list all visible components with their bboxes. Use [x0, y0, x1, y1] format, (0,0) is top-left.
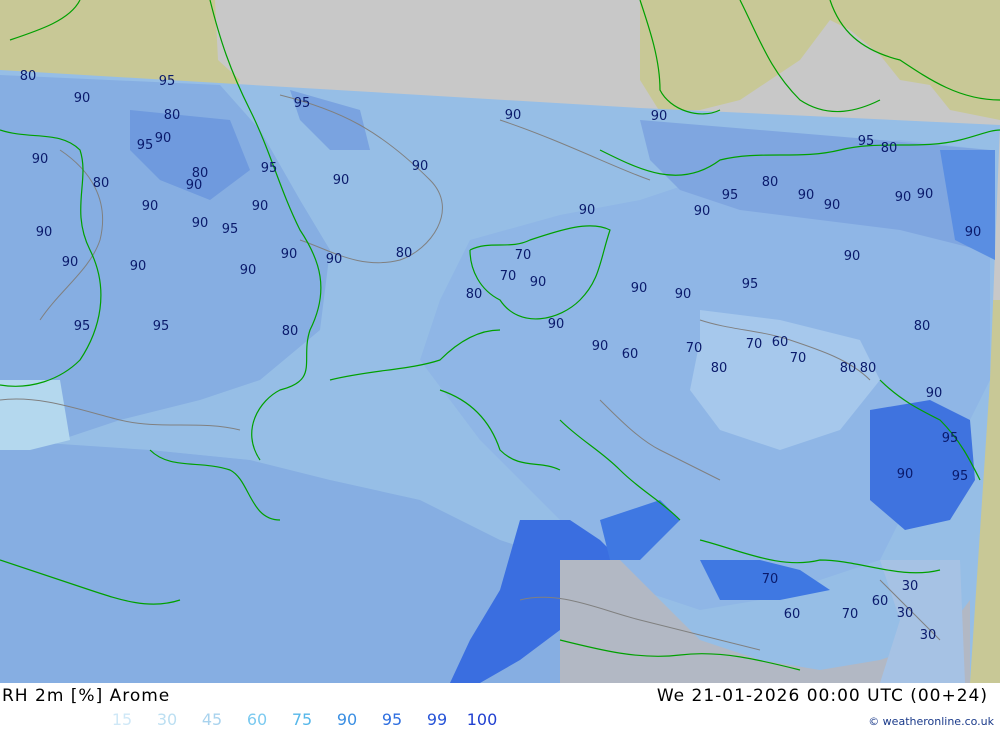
contour-label: 95 [722, 188, 739, 203]
contour-label: 90 [192, 216, 209, 231]
contour-label: 60 [772, 335, 789, 350]
contour-label: 80 [711, 361, 728, 376]
contour-label: 80 [93, 176, 110, 191]
contour-label: 90 [142, 199, 159, 214]
contour-label: 70 [515, 248, 532, 263]
contour-label: 90 [32, 152, 49, 167]
contour-label: 95 [942, 431, 959, 446]
contour-label: 70 [790, 351, 807, 366]
contour-label: 90 [74, 91, 91, 106]
contour-label: 90 [186, 178, 203, 193]
contour-label: 90 [926, 386, 943, 401]
contour-label: 70 [762, 572, 779, 587]
contour-label: 90 [130, 259, 147, 274]
contour-label: 90 [579, 203, 596, 218]
contour-label: 90 [333, 173, 350, 188]
contour-label: 95 [74, 319, 91, 334]
contour-label: 90 [252, 199, 269, 214]
contour-label: 90 [412, 159, 429, 174]
contour-label: 95 [159, 74, 176, 89]
contour-label: 90 [824, 198, 841, 213]
contour-label: 95 [153, 319, 170, 334]
contour-label: 30 [897, 606, 914, 621]
map-title: RH 2m [%] Arome [2, 686, 171, 706]
contour-label: 95 [742, 277, 759, 292]
relative-humidity-map: 80 90 95 80 90 95 90 90 95 80 90 80 90 95 90 90 90 90 95 90… [0, 0, 1000, 683]
contour-label: 80 [762, 175, 779, 190]
contour-label: 90 [675, 287, 692, 302]
legend-item-75: 75 [291, 710, 313, 729]
contour-label: 80 [914, 319, 931, 334]
valid-time: We 21-01-2026 00:00 UTC (00+24) [656, 686, 988, 706]
contour-label: 90 [844, 249, 861, 264]
contour-label: 90 [897, 467, 914, 482]
map-footer: RH 2m [%] Arome We 21-01-2026 00:00 UTC … [0, 683, 1000, 733]
legend-item-60: 60 [246, 710, 268, 729]
contour-label: 80 [282, 324, 299, 339]
legend-item-45: 45 [201, 710, 223, 729]
contour-label: 30 [920, 628, 937, 643]
contour-label: 70 [686, 341, 703, 356]
contour-label: 90 [62, 255, 79, 270]
contour-label: 80 [840, 361, 857, 376]
legend-item-99: 99 [426, 710, 448, 729]
contour-label: 70 [500, 269, 517, 284]
contour-label: 95 [261, 161, 278, 176]
contour-label: 30 [902, 579, 919, 594]
contour-label: 90 [240, 263, 257, 278]
contour-label: 60 [872, 594, 889, 609]
contour-label: 60 [784, 607, 801, 622]
contour-label: 90 [631, 281, 648, 296]
contour-label: 90 [281, 247, 298, 262]
contour-label: 90 [592, 339, 609, 354]
contour-label: 90 [694, 204, 711, 219]
contour-label: 95 [137, 138, 154, 153]
contour-label: 90 [895, 190, 912, 205]
contour-label: 95 [952, 469, 969, 484]
contour-label: 90 [651, 109, 668, 124]
legend-item-15: 15 [111, 710, 133, 729]
rh-zone-70-west [0, 380, 70, 450]
contour-label: 95 [858, 134, 875, 149]
contour-label: 80 [466, 287, 483, 302]
contour-label: 80 [20, 69, 37, 84]
legend-item-90: 90 [336, 710, 358, 729]
contour-label: 80 [396, 246, 413, 261]
contour-label: 80 [164, 108, 181, 123]
contour-label: 90 [917, 187, 934, 202]
contour-label: 80 [881, 141, 898, 156]
legend-item-30: 30 [156, 710, 178, 729]
contour-label: 90 [548, 317, 565, 332]
contour-label: 90 [530, 275, 547, 290]
contour-label: 90 [505, 108, 522, 123]
contour-label: 70 [746, 337, 763, 352]
contour-label: 90 [155, 131, 172, 146]
legend-item-95: 95 [381, 710, 403, 729]
contour-label: 70 [842, 607, 859, 622]
contour-label: 60 [622, 347, 639, 362]
legend-item-100: 100 [466, 710, 498, 729]
contour-label: 95 [294, 96, 311, 111]
contour-label: 90 [36, 225, 53, 240]
credit-link[interactable]: © weatheronline.co.uk [868, 715, 994, 728]
contour-label: 90 [965, 225, 982, 240]
contour-label: 80 [860, 361, 877, 376]
contour-label: 90 [326, 252, 343, 267]
contour-label: 95 [222, 222, 239, 237]
contour-label: 90 [798, 188, 815, 203]
